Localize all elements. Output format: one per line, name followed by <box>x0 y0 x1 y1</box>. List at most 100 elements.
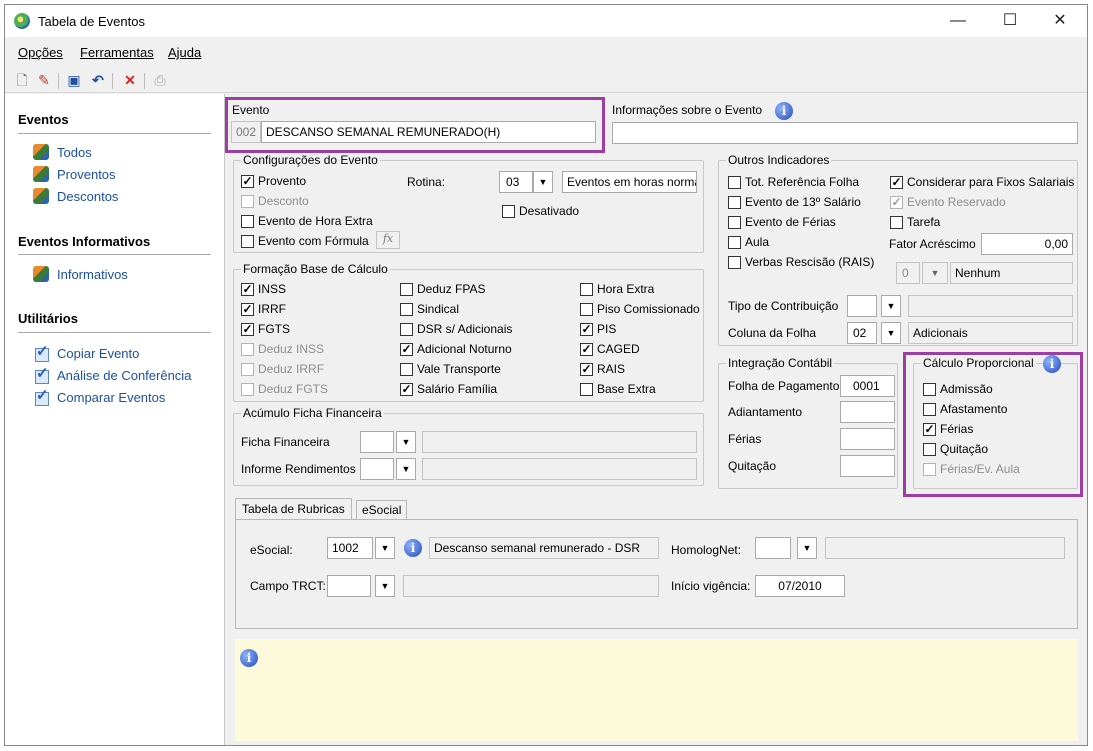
homolognet-dropdown[interactable]: ▼ <box>797 537 817 559</box>
fator-field[interactable]: 0,00 <box>981 233 1073 255</box>
checklist-icon <box>33 342 49 362</box>
adiantamento-field[interactable] <box>840 401 895 423</box>
outros-right-checkbox-1[interactable]: ✓ Evento Reservado <box>890 194 1006 210</box>
ficha-dropdown[interactable]: ▼ <box>396 431 416 453</box>
esocial-code[interactable]: 1002 <box>327 537 373 559</box>
menu-ferramentas[interactable]: Ferramentas <box>80 45 154 60</box>
hora-extra-checkbox[interactable]: Evento de Hora Extra <box>241 213 373 229</box>
verbas-dropdown[interactable]: ▼ <box>922 262 948 284</box>
note-area: i <box>235 639 1078 741</box>
outros-left-checkbox-0[interactable]: Tot. Referência Folha <box>728 174 859 190</box>
base-col1-checkbox-0[interactable]: ✓ INSS <box>241 281 286 297</box>
info-evento-field[interactable] <box>612 122 1078 144</box>
undo-icon[interactable]: ↶ <box>89 71 107 89</box>
sidebar-item-informativos[interactable]: Informativos <box>33 266 128 282</box>
base-col3-checkbox-0[interactable]: Hora Extra <box>580 281 654 297</box>
checkbox-label: CAGED <box>597 342 640 356</box>
base-col3-checkbox-1[interactable]: Piso Comissionado <box>580 301 700 317</box>
info-icon[interactable]: i <box>775 102 793 120</box>
sidebar-item-todos[interactable]: Todos <box>33 144 92 160</box>
menu-ajuda[interactable]: Ajuda <box>168 45 201 60</box>
base-col2-checkbox-1[interactable]: Sindical <box>400 301 459 317</box>
sidebar-heading-eventos: Eventos <box>18 112 69 127</box>
outros-left-checkbox-3[interactable]: Aula <box>728 234 769 250</box>
rotina-code[interactable]: 03 <box>499 171 533 193</box>
sidebar-item-analise-conferencia[interactable]: Análise de Conferência <box>33 364 191 384</box>
quitacao-field[interactable] <box>840 455 895 477</box>
base-col3-checkbox-2[interactable]: ✓ PIS <box>580 321 616 337</box>
coluna-folha-dropdown[interactable]: ▼ <box>881 322 901 344</box>
print-icon[interactable]: ⎙ <box>151 71 169 89</box>
sidebar: Eventos Todos Proventos Descontos Evento… <box>5 94 225 745</box>
toolbar-separator <box>58 73 59 89</box>
outros-left-checkbox-4[interactable]: Verbas Rescisão (RAIS) <box>728 254 874 270</box>
sidebar-item-comparar-eventos[interactable]: Comparar Eventos <box>33 386 165 406</box>
new-icon[interactable]: 🗋 <box>13 71 31 89</box>
save-icon[interactable]: ▣ <box>65 71 83 89</box>
tipo-contrib-dropdown[interactable]: ▼ <box>881 295 901 317</box>
ficha-label: Ficha Financeira <box>241 435 330 449</box>
base-col3-checkbox-3[interactable]: ✓ CAGED <box>580 341 640 357</box>
esocial-dropdown[interactable]: ▼ <box>375 537 395 559</box>
tipo-contrib-field[interactable] <box>847 295 877 317</box>
outros-right-checkbox-0[interactable]: ✓ Considerar para Fixos Salariais <box>890 174 1074 190</box>
base-col1-checkbox-1[interactable]: ✓ IRRF <box>241 301 286 317</box>
ficha-field[interactable] <box>360 431 394 453</box>
base-col2-checkbox-5[interactable]: ✓ Salário Família <box>400 381 497 397</box>
quitacao-label: Quitação <box>728 459 777 473</box>
base-col3-checkbox-4[interactable]: ✓ RAIS <box>580 361 625 377</box>
checkbox-box <box>728 255 741 269</box>
sidebar-heading-informativos: Eventos Informativos <box>18 234 151 249</box>
base-col2-checkbox-4[interactable]: Vale Transporte <box>400 361 501 377</box>
base-col1-checkbox-5[interactable]: Deduz FGTS <box>241 381 328 397</box>
rotina-dropdown[interactable]: ▼ <box>533 171 553 193</box>
minimize-button[interactable]: — <box>935 5 981 37</box>
maximize-button[interactable]: ☐ <box>987 5 1033 37</box>
edit-icon[interactable]: ✎ <box>35 71 53 89</box>
sidebar-item-descontos[interactable]: Descontos <box>33 188 118 204</box>
checkbox-label: Deduz FPAS <box>417 282 486 296</box>
ferias-field[interactable] <box>840 428 895 450</box>
checkbox-box: ✓ <box>580 321 593 336</box>
base-col2-checkbox-0[interactable]: Deduz FPAS <box>400 281 485 297</box>
trct-dropdown[interactable]: ▼ <box>375 575 395 597</box>
close-button[interactable]: ✕ <box>1037 5 1083 37</box>
provento-checkbox[interactable]: ✓ Provento <box>241 173 306 189</box>
divider <box>18 133 211 134</box>
informe-field[interactable] <box>360 458 394 480</box>
trct-label: Campo TRCT: <box>250 579 326 593</box>
trct-field[interactable] <box>327 575 371 597</box>
formula-checkbox[interactable]: Evento com Fórmula <box>241 233 369 249</box>
checkbox-box: ✓ <box>241 321 254 336</box>
homolognet-field[interactable] <box>755 537 791 559</box>
base-col1-checkbox-3[interactable]: Deduz INSS <box>241 341 324 357</box>
outros-right-checkbox-2[interactable]: Tarefa <box>890 214 940 230</box>
coluna-folha-code[interactable]: 02 <box>847 322 877 344</box>
checkbox-label: Tarefa <box>907 215 941 229</box>
outros-left-checkbox-1[interactable]: Evento de 13º Salário <box>728 194 861 210</box>
formula-button[interactable]: fx <box>376 231 400 249</box>
checkbox-label: Aula <box>745 235 770 249</box>
desconto-checkbox[interactable]: Desconto <box>241 193 309 209</box>
folha-label: Folha de Pagamento <box>728 379 840 393</box>
menu-opcoes[interactable]: Opções <box>18 45 63 60</box>
sidebar-item-proventos[interactable]: Proventos <box>33 166 116 182</box>
checkbox-box: ✓ <box>580 341 593 356</box>
base-col1-checkbox-4[interactable]: Deduz IRRF <box>241 361 324 377</box>
tab-esocial[interactable]: eSocial <box>356 500 408 520</box>
delete-icon[interactable]: ✕ <box>121 71 139 89</box>
info-icon[interactable]: i <box>404 539 422 557</box>
base-col1-checkbox-2[interactable]: ✓ FGTS <box>241 321 290 337</box>
outros-left-checkbox-2[interactable]: Evento de Férias <box>728 214 836 230</box>
inicio-vigencia-field[interactable]: 07/2010 <box>755 575 845 597</box>
informe-dropdown[interactable]: ▼ <box>396 458 416 480</box>
base-col2-checkbox-3[interactable]: ✓ Adicional Noturno <box>400 341 512 357</box>
divider <box>18 254 211 255</box>
tab-tabela-rubricas[interactable]: Tabela de Rubricas <box>235 498 352 520</box>
sidebar-item-copiar-evento[interactable]: Copiar Evento <box>33 342 139 362</box>
base-col2-checkbox-2[interactable]: DSR s/ Adicionais <box>400 321 512 337</box>
base-col3-checkbox-5[interactable]: Base Extra <box>580 381 656 397</box>
desativado-checkbox[interactable]: Desativado <box>502 203 579 219</box>
folha-field[interactable]: 0001 <box>840 375 895 397</box>
info-icon: i <box>240 649 258 667</box>
